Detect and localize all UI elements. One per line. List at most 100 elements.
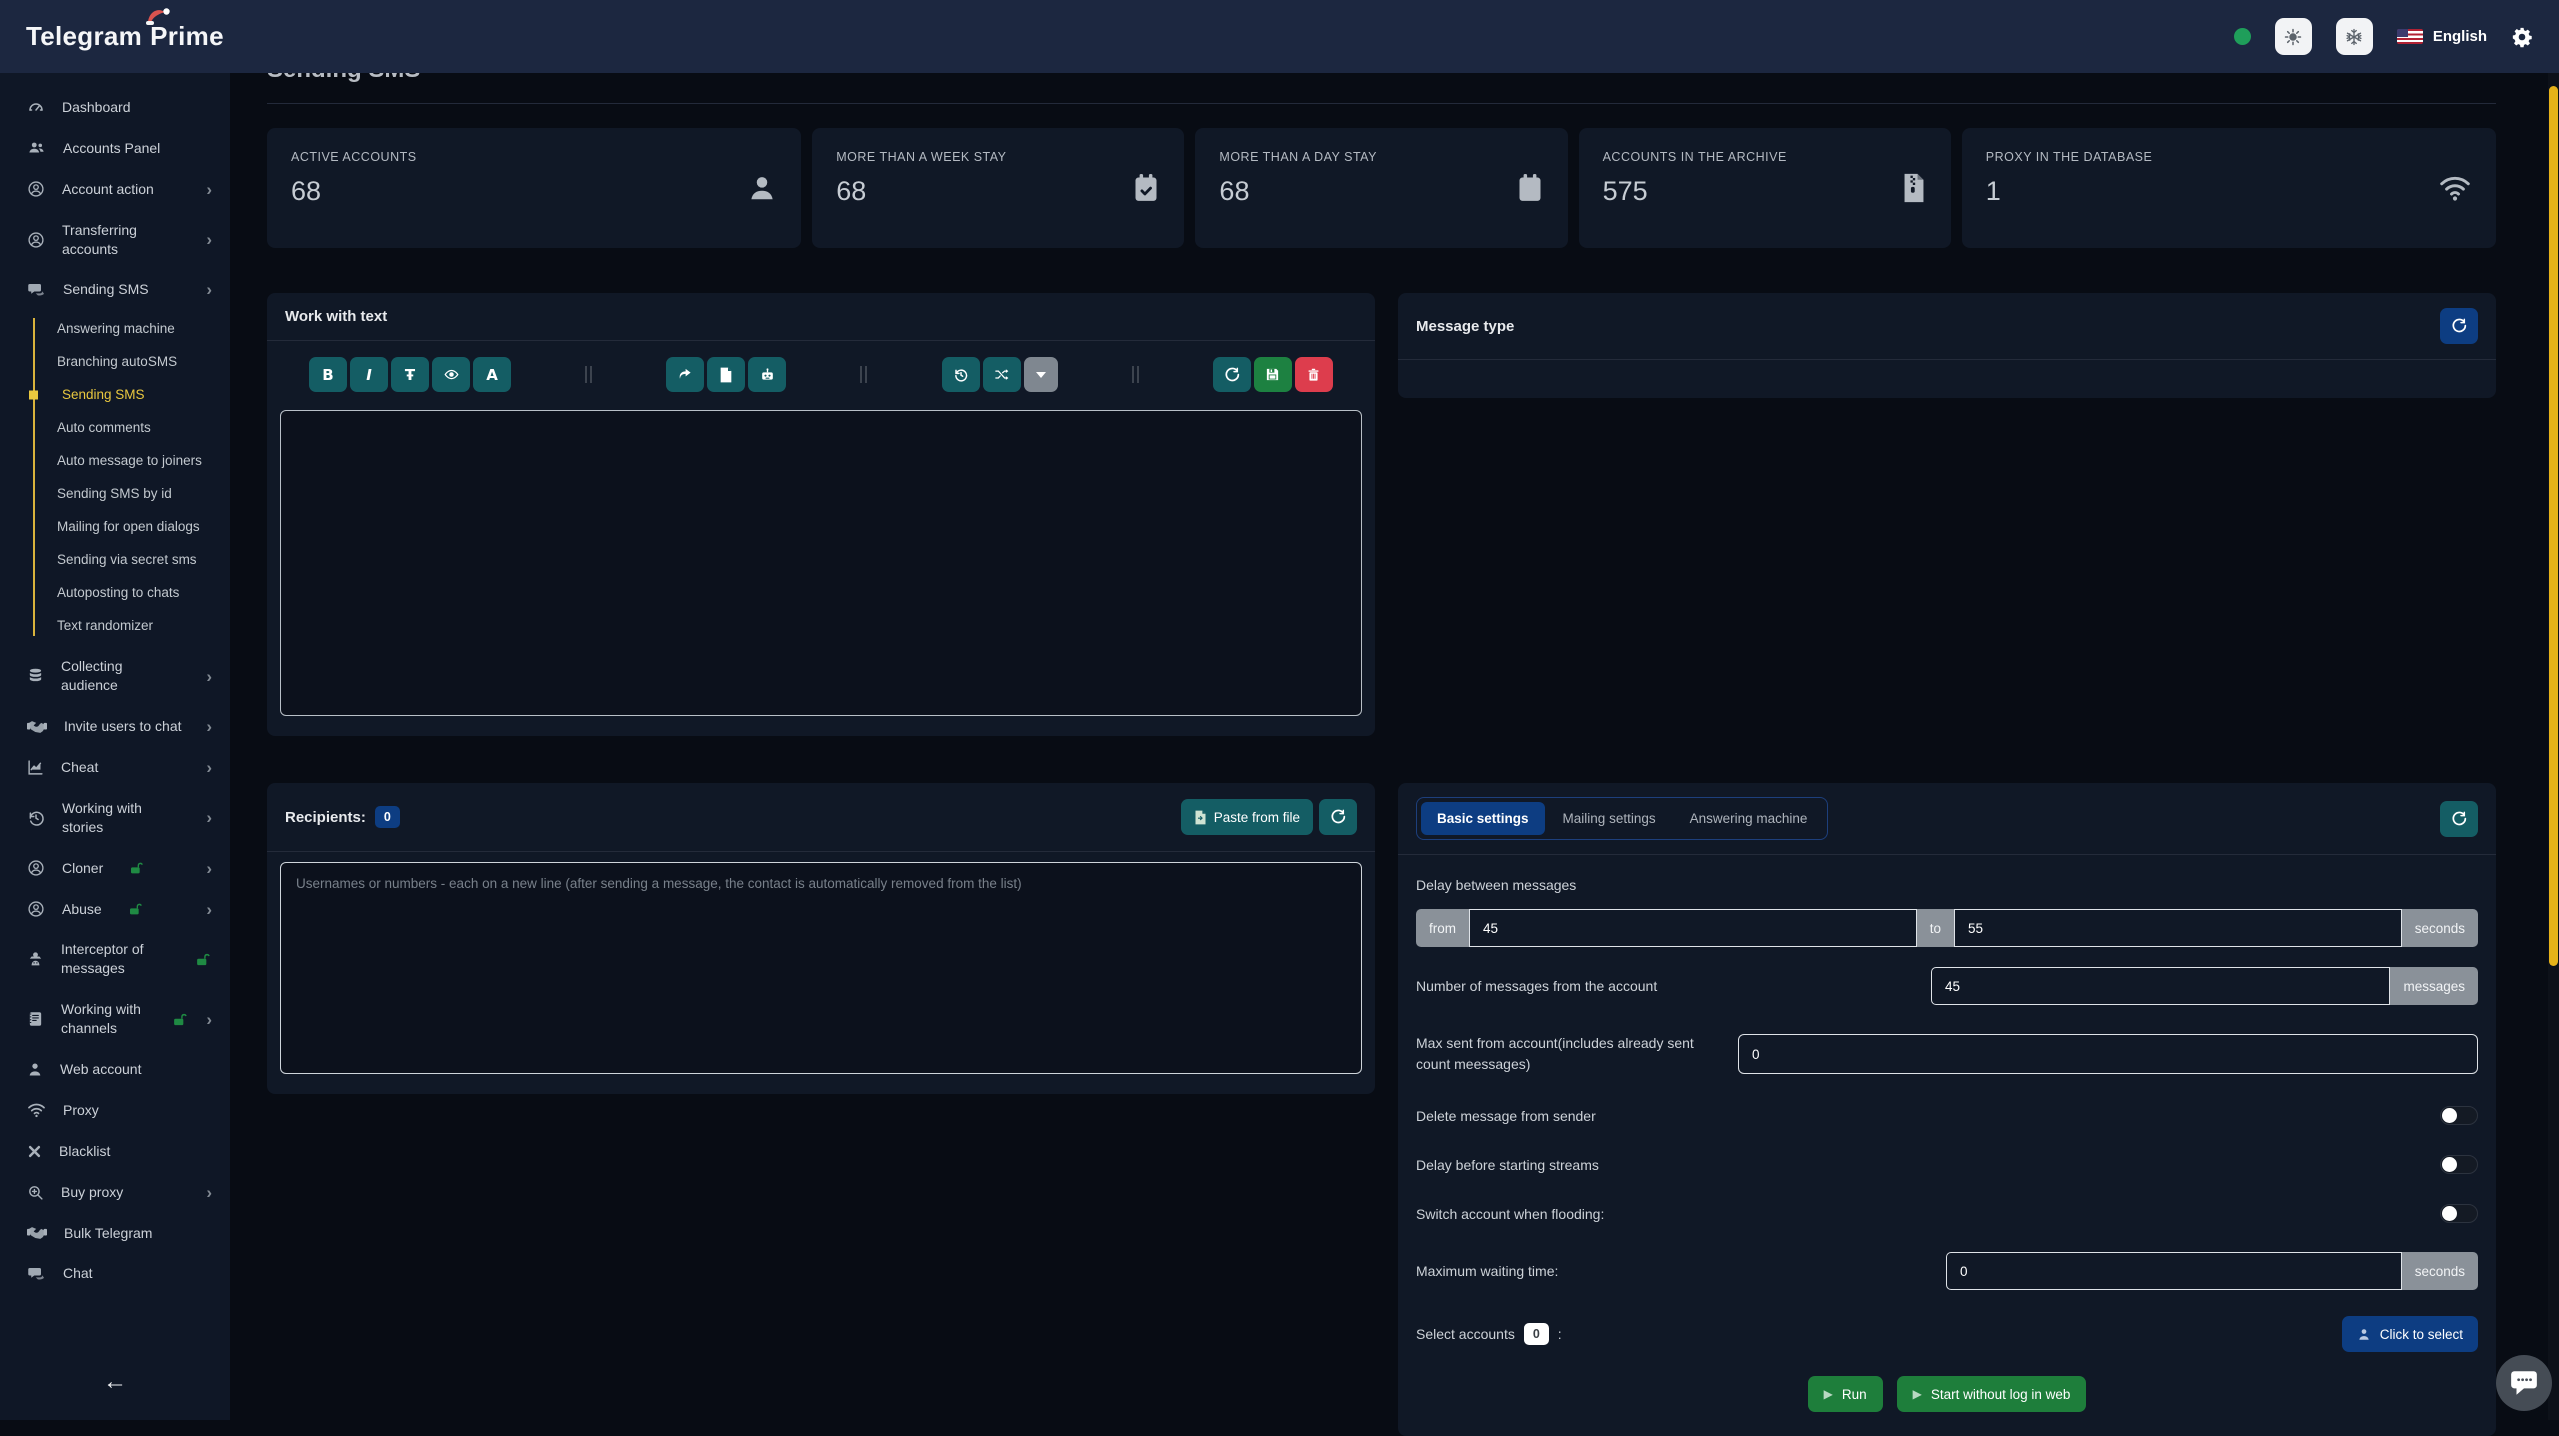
message-type-refresh-button[interactable] [2440, 308, 2478, 344]
submenu-item-sending-sms-by-id[interactable]: Sending SMS by id [0, 477, 230, 510]
settings-refresh-button[interactable] [2440, 801, 2478, 837]
delay-to-input[interactable] [1954, 909, 2402, 947]
sidebar-item-abuse[interactable]: Abuse › [0, 889, 230, 930]
max-sent-input[interactable] [1738, 1034, 2478, 1074]
sidebar-item-working-with-stories[interactable]: Working with stories › [0, 788, 230, 848]
recipients-input[interactable] [280, 862, 1362, 1074]
shuffle-button[interactable] [983, 357, 1021, 392]
tab-mailing-settings[interactable]: Mailing settings [1547, 802, 1672, 835]
app-logo[interactable]: Telegram Prime [26, 21, 224, 52]
refresh-icon [2451, 318, 2467, 334]
switch-flooding-toggle[interactable] [2440, 1204, 2478, 1223]
paste-from-file-button[interactable]: Paste from file [1181, 799, 1313, 835]
submenu-item-text-randomizer[interactable]: Text randomizer [0, 609, 230, 642]
refresh-icon [1224, 367, 1240, 383]
stat-card-active-accounts: ACTIVE ACCOUNTS 68 [267, 128, 801, 248]
delay-between-messages-label: Delay between messages [1416, 877, 2478, 893]
language-selector[interactable]: English [2397, 28, 2487, 45]
sidebar-item-chat[interactable]: Chat [0, 1253, 230, 1294]
x-icon [27, 1144, 42, 1159]
delete-message-toggle[interactable] [2440, 1106, 2478, 1125]
max-wait-input[interactable] [1946, 1252, 2402, 1290]
sidebar-item-bulk-telegram[interactable]: Bulk Telegram [0, 1213, 230, 1254]
submenu-item-autoposting-chats[interactable]: Autoposting to chats [0, 576, 230, 609]
stat-card-week-stay: MORE THAN A WEEK STAY 68 [812, 128, 1184, 248]
preview-eye-button[interactable] [432, 357, 470, 392]
message-type-body [1398, 360, 2496, 398]
sidebar-nav: Dashboard Accounts Panel Account action … [0, 87, 230, 1358]
tab-answering-machine[interactable]: Answering machine [1674, 802, 1824, 835]
chevron-right-icon: › [206, 1011, 212, 1028]
sidebar-item-interceptor[interactable]: Interceptor of messages [0, 929, 230, 989]
chat-bubbles-icon [27, 1265, 46, 1283]
bold-button[interactable]: B [309, 357, 347, 392]
sun-theme-button[interactable] [2275, 18, 2312, 55]
page-scrollbar[interactable] [2548, 73, 2559, 1420]
max-sent-label: Max sent from account(includes already s… [1416, 1033, 1716, 1075]
support-chat-fab[interactable] [2496, 1355, 2552, 1411]
strikethrough-button[interactable]: Ŧ [391, 357, 429, 392]
sidebar-item-dashboard[interactable]: Dashboard [0, 87, 230, 128]
sidebar-item-accounts-panel[interactable]: Accounts Panel [0, 128, 230, 169]
sidebar-item-transferring-accounts[interactable]: Transferring accounts › [0, 210, 230, 270]
submenu-item-branching-autosms[interactable]: Branching autoSMS [0, 345, 230, 378]
delay-streams-label: Delay before starting streams [1416, 1157, 1599, 1173]
click-to-select-button[interactable]: Click to select [2342, 1316, 2478, 1352]
delay-streams-toggle[interactable] [2440, 1155, 2478, 1174]
robot-button[interactable] [748, 357, 786, 392]
sidebar-item-invite-users[interactable]: Invite users to chat › [0, 706, 230, 747]
sending-sms-submenu: Answering machine Branching autoSMS Send… [0, 310, 230, 646]
settings-header: Basic settings Mailing settings Answerin… [1398, 783, 2496, 855]
refresh-text-button[interactable] [1213, 357, 1251, 392]
font-button[interactable]: A [473, 357, 511, 392]
history-button[interactable] [942, 357, 980, 392]
history-icon [953, 367, 969, 383]
online-status-dot [2234, 28, 2251, 45]
run-buttons-row: ▶ Run ▶ Start without log in web [1416, 1376, 2478, 1412]
sidebar-item-account-action[interactable]: Account action › [0, 169, 230, 210]
chevron-right-icon: › [206, 281, 212, 298]
start-without-login-button[interactable]: ▶ Start without log in web [1897, 1376, 2087, 1412]
more-options-dropdown[interactable] [1024, 357, 1058, 392]
snowflake-theme-button[interactable] [2336, 18, 2373, 55]
sidebar-item-web-account[interactable]: Web account [0, 1049, 230, 1090]
unlock-icon [129, 860, 145, 876]
sidebar-item-collecting-audience[interactable]: Collecting audience › [0, 646, 230, 706]
delete-button[interactable] [1295, 357, 1333, 392]
sidebar-item-working-with-channels[interactable]: Working with channels › [0, 989, 230, 1049]
run-button[interactable]: ▶ Run [1808, 1376, 1883, 1412]
sidebar-item-cloner[interactable]: Cloner › [0, 848, 230, 889]
file-button[interactable] [707, 357, 745, 392]
submenu-item-answering-machine[interactable]: Answering machine [0, 312, 230, 345]
sun-icon [2284, 28, 2302, 46]
switch-flooding-row: Switch account when flooding: [1416, 1189, 2478, 1238]
sidebar-item-blacklist[interactable]: Blacklist [0, 1131, 230, 1172]
message-text-input[interactable] [280, 410, 1362, 716]
sidebar-item-cheat[interactable]: Cheat › [0, 747, 230, 788]
settings-gear-button[interactable] [2511, 26, 2533, 48]
delay-from-input[interactable] [1469, 909, 1917, 947]
submenu-item-mailing-open-dialogs[interactable]: Mailing for open dialogs [0, 510, 230, 543]
submenu-item-secret-sms[interactable]: Sending via secret sms [0, 543, 230, 576]
scrollbar-thumb[interactable] [2549, 86, 2558, 966]
sidebar-item-buy-proxy[interactable]: Buy proxy › [0, 1172, 230, 1213]
toolbar-separator [585, 366, 592, 383]
submenu-item-auto-message-joiners[interactable]: Auto message to joiners [0, 444, 230, 477]
tab-basic-settings[interactable]: Basic settings [1421, 802, 1545, 835]
chevron-right-icon: › [206, 860, 212, 877]
sidebar-collapse-button[interactable]: ← [91, 1364, 139, 1400]
play-icon: ▶ [1824, 1387, 1833, 1401]
sidebar-item-sending-sms[interactable]: Sending SMS › [0, 269, 230, 310]
submenu-item-auto-comments[interactable]: Auto comments [0, 411, 230, 444]
submenu-item-sending-sms-active[interactable]: Sending SMS [0, 378, 230, 411]
gear-icon [2511, 26, 2533, 48]
num-messages-input[interactable] [1931, 967, 2390, 1005]
messages-addon: messages [2390, 967, 2478, 1005]
chevron-right-icon: › [206, 759, 212, 776]
italic-button[interactable]: I [350, 357, 388, 392]
forward-button[interactable] [666, 357, 704, 392]
recipients-refresh-button[interactable] [1319, 799, 1357, 835]
sidebar-item-proxy[interactable]: Proxy [0, 1090, 230, 1131]
save-button[interactable] [1254, 357, 1292, 392]
chevron-right-icon: › [206, 231, 212, 248]
